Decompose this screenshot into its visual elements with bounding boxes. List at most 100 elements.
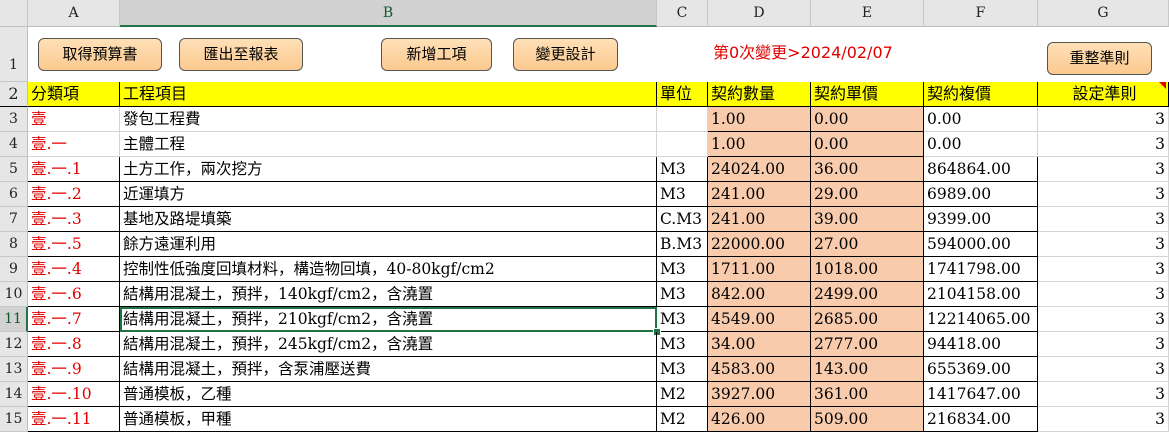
category-cell[interactable]: 壹.一.2 (28, 182, 120, 207)
rule-cell[interactable]: 3 (1038, 307, 1169, 332)
item-cell[interactable]: 普通模板，乙種 (120, 382, 657, 407)
row-header[interactable]: 4 (0, 132, 28, 157)
category-cell[interactable]: 壹.一.7 (28, 307, 120, 332)
column-header-c[interactable]: C (657, 0, 708, 27)
category-cell[interactable]: 壹.一.6 (28, 282, 120, 307)
item-cell[interactable]: 主體工程 (120, 132, 657, 157)
column-header-a[interactable]: A (28, 0, 120, 27)
category-cell[interactable]: 壹 (28, 107, 120, 132)
quantity-cell[interactable]: 3927.00 (708, 382, 811, 407)
header-unit[interactable]: 單位 (657, 82, 708, 107)
total-price-cell[interactable]: 864864.00 (924, 157, 1038, 182)
unit-cell[interactable]: M2 (657, 407, 708, 432)
item-cell[interactable]: 近運填方 (120, 182, 657, 207)
column-header-g[interactable]: G (1038, 0, 1169, 27)
unit-cell[interactable]: M3 (657, 257, 708, 282)
unit-cell[interactable]: M2 (657, 382, 708, 407)
total-price-cell[interactable]: 1417647.00 (924, 382, 1038, 407)
rule-cell[interactable]: 3 (1038, 157, 1169, 182)
item-cell[interactable]: 發包工程費 (120, 107, 657, 132)
column-header-d[interactable]: D (708, 0, 811, 27)
total-price-cell[interactable]: 0.00 (924, 132, 1038, 157)
quantity-cell[interactable]: 1711.00 (708, 257, 811, 282)
category-cell[interactable]: 壹.一.10 (28, 382, 120, 407)
unit-price-cell[interactable]: 2685.00 (811, 307, 924, 332)
unit-cell[interactable] (657, 107, 708, 132)
total-price-cell[interactable]: 0.00 (924, 107, 1038, 132)
reset-rules-button[interactable]: 重整準則 (1047, 42, 1152, 75)
category-cell[interactable]: 壹.一.11 (28, 407, 120, 432)
unit-price-cell[interactable]: 509.00 (811, 407, 924, 432)
row-header[interactable]: 12 (0, 332, 28, 357)
unit-price-cell[interactable]: 2499.00 (811, 282, 924, 307)
row-header-1[interactable]: 1 (0, 27, 28, 82)
add-item-button[interactable]: 新增工項 (381, 38, 492, 71)
unit-cell[interactable]: M3 (657, 282, 708, 307)
rule-cell[interactable]: 3 (1038, 207, 1169, 232)
unit-price-cell[interactable]: 0.00 (811, 132, 924, 157)
rule-cell[interactable]: 3 (1038, 107, 1169, 132)
item-cell[interactable]: 普通模板，甲種 (120, 407, 657, 432)
unit-price-cell[interactable]: 27.00 (811, 232, 924, 257)
unit-cell[interactable]: M3 (657, 357, 708, 382)
quantity-cell[interactable]: 241.00 (708, 207, 811, 232)
change-design-button[interactable]: 變更設計 (513, 38, 618, 71)
unit-price-cell[interactable]: 39.00 (811, 207, 924, 232)
item-cell[interactable]: 土方工作，兩次挖方 (120, 157, 657, 182)
unit-price-cell[interactable]: 143.00 (811, 357, 924, 382)
row-header[interactable]: 7 (0, 207, 28, 232)
total-price-cell[interactable]: 594000.00 (924, 232, 1038, 257)
item-cell[interactable]: 結構用混凝土，預拌，245kgf/cm2，含澆置 (120, 332, 657, 357)
total-price-cell[interactable]: 94418.00 (924, 332, 1038, 357)
total-price-cell[interactable]: 2104158.00 (924, 282, 1038, 307)
quantity-cell[interactable]: 1.00 (708, 107, 811, 132)
rule-cell[interactable]: 3 (1038, 357, 1169, 382)
rule-cell[interactable]: 3 (1038, 282, 1169, 307)
active-cell-b11[interactable]: 結構用混凝土，預拌，210kgf/cm2，含澆置 (120, 307, 657, 332)
row-header[interactable]: 3 (0, 107, 28, 132)
unit-cell[interactable]: M3 (657, 182, 708, 207)
unit-cell[interactable]: M3 (657, 307, 708, 332)
select-all-corner[interactable] (0, 0, 28, 27)
total-price-cell[interactable]: 6989.00 (924, 182, 1038, 207)
item-cell[interactable]: 結構用混凝土，預拌，含泵浦壓送費 (120, 357, 657, 382)
total-price-cell[interactable]: 216834.00 (924, 407, 1038, 432)
unit-cell[interactable]: M3 (657, 157, 708, 182)
quantity-cell[interactable]: 1.00 (708, 132, 811, 157)
spreadsheet-grid[interactable]: A B C D E F G 1 取得預算書 匯出至報表 新增工項 變更設計 第0… (0, 0, 1169, 433)
rule-cell[interactable]: 3 (1038, 182, 1169, 207)
unit-cell[interactable] (657, 132, 708, 157)
row-header[interactable]: 11 (0, 307, 28, 332)
rule-cell[interactable]: 3 (1038, 232, 1169, 257)
unit-price-cell[interactable]: 361.00 (811, 382, 924, 407)
column-header-f[interactable]: F (924, 0, 1038, 27)
item-cell[interactable]: 餘方遠運利用 (120, 232, 657, 257)
header-total-price[interactable]: 契約複價 (924, 82, 1038, 107)
unit-price-cell[interactable]: 0.00 (811, 107, 924, 132)
total-price-cell[interactable]: 655369.00 (924, 357, 1038, 382)
quantity-cell[interactable]: 4549.00 (708, 307, 811, 332)
rule-cell[interactable]: 3 (1038, 382, 1169, 407)
row-header[interactable]: 6 (0, 182, 28, 207)
total-price-cell[interactable]: 1741798.00 (924, 257, 1038, 282)
unit-cell[interactable]: B.M3 (657, 232, 708, 257)
category-cell[interactable]: 壹.一.3 (28, 207, 120, 232)
row-header[interactable]: 10 (0, 282, 28, 307)
header-item[interactable]: 工程項目 (120, 82, 657, 107)
row-header[interactable]: 8 (0, 232, 28, 257)
rule-cell[interactable]: 3 (1038, 407, 1169, 432)
export-report-button[interactable]: 匯出至報表 (179, 38, 303, 71)
category-cell[interactable]: 壹.一 (28, 132, 120, 157)
unit-cell[interactable]: C.M3 (657, 207, 708, 232)
total-price-cell[interactable]: 9399.00 (924, 207, 1038, 232)
category-cell[interactable]: 壹.一.1 (28, 157, 120, 182)
total-price-cell[interactable]: 12214065.00 (924, 307, 1038, 332)
header-rule[interactable]: 設定準則 (1038, 82, 1169, 107)
quantity-cell[interactable]: 24024.00 (708, 157, 811, 182)
unit-price-cell[interactable]: 2777.00 (811, 332, 924, 357)
quantity-cell[interactable]: 22000.00 (708, 232, 811, 257)
rule-cell[interactable]: 3 (1038, 257, 1169, 282)
row-header[interactable]: 14 (0, 382, 28, 407)
comment-indicator-icon[interactable] (1159, 82, 1166, 89)
category-cell[interactable]: 壹.一.5 (28, 232, 120, 257)
